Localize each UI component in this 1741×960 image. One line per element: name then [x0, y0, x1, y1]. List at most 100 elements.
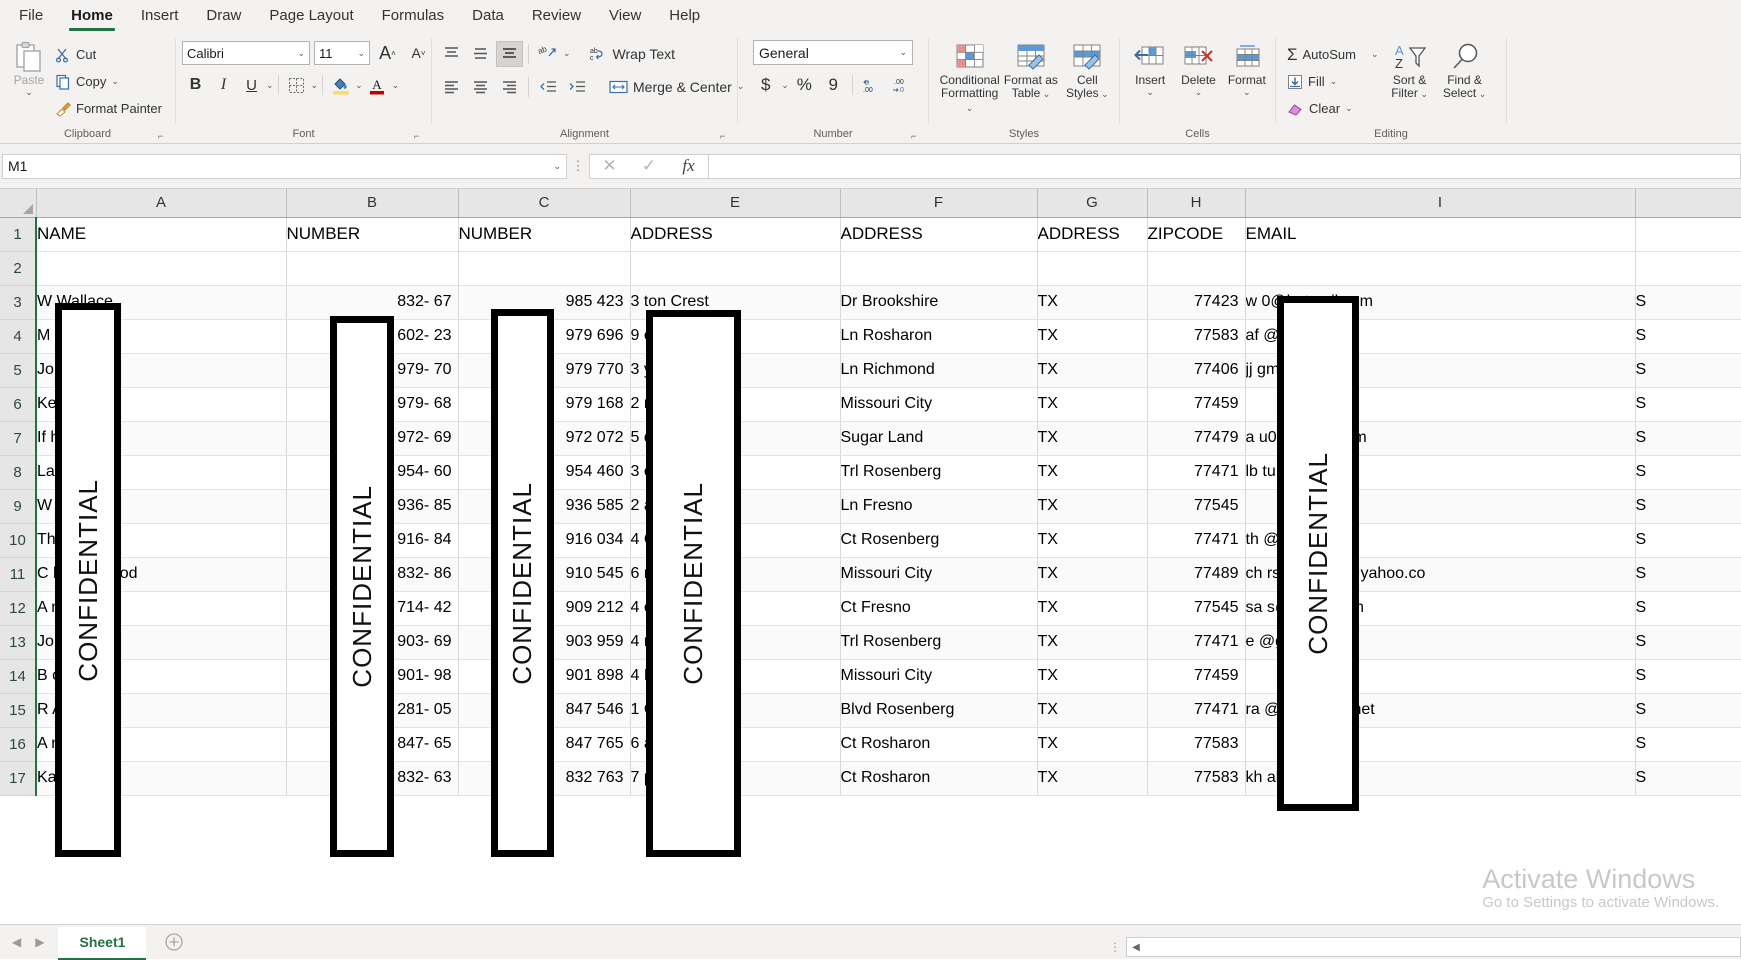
wrap-text-button[interactable]: ab c Wrap Text [587, 40, 679, 67]
cell-a16[interactable]: A ngram [36, 727, 287, 762]
cell-f6[interactable]: Missouri City [840, 387, 1038, 422]
cell-b15[interactable]: 281- 05 [286, 693, 459, 728]
cell-e10[interactable]: 4 Ct [630, 523, 841, 558]
cell-c3[interactable]: 985 423 [458, 285, 631, 320]
cell-e4[interactable]: 9 otus [630, 319, 841, 354]
cell-g14[interactable]: TX [1037, 659, 1148, 694]
cell-e5[interactable]: 3 y Ln [630, 353, 841, 388]
cell-i4[interactable]: af @gmail.com [1245, 319, 1636, 354]
cell-overflow15[interactable]: S [1635, 693, 1741, 728]
number-format-chevron-down-icon[interactable]: ⌄ [899, 47, 907, 58]
cell-a17[interactable]: Ka ung [36, 761, 287, 796]
name-box[interactable]: M1 ⌄ [2, 153, 567, 179]
cell-overflow4[interactable]: S [1635, 319, 1741, 354]
formula-bar-grip[interactable]: ⋮ [567, 158, 589, 174]
tab-home[interactable]: Home [58, 3, 126, 31]
row-header[interactable]: 6 [0, 387, 37, 422]
cell-i10[interactable]: th @yahoo.com [1245, 523, 1636, 558]
cell-a4[interactable]: M ahiliani [36, 319, 287, 354]
cell-f5[interactable]: Ln Richmond [840, 353, 1038, 388]
format-painter-button[interactable]: Format Painter [52, 95, 165, 122]
cell-overflow5[interactable]: S [1635, 353, 1741, 388]
cell-c13[interactable]: 903 959 [458, 625, 631, 660]
tab-insert[interactable]: Insert [128, 3, 192, 30]
cell-h7[interactable]: 77479 [1147, 421, 1246, 456]
cell-styles-button[interactable]: Cell Styles ⌄ [1062, 38, 1113, 101]
cell-h4[interactable]: 77583 [1147, 319, 1246, 354]
font-color-button[interactable]: A [364, 72, 391, 98]
tab-view[interactable]: View [596, 3, 654, 30]
cell-b8[interactable]: 954- 60 [286, 455, 459, 490]
cell-b9[interactable]: 936- 85 [286, 489, 459, 524]
scrollbar-grip[interactable]: ⋮ [1104, 940, 1126, 954]
cell-c10[interactable]: 916 034 [458, 523, 631, 558]
cell-styles-chevron-down-icon[interactable]: ⌄ [1099, 89, 1109, 99]
cell-overflow17[interactable]: S [1635, 761, 1741, 796]
merge-center-button[interactable]: Merge & Center ⌄ [606, 73, 747, 100]
cell-a2[interactable] [36, 251, 287, 286]
cell-f3[interactable]: Dr Brookshire [840, 285, 1038, 320]
cell-c11[interactable]: 910 545 [458, 557, 631, 592]
cell-overflow6[interactable]: S [1635, 387, 1741, 422]
cell-b7[interactable]: 972- 69 [286, 421, 459, 456]
font-name-chevron-down-icon[interactable]: ⌄ [297, 48, 305, 59]
cell-f15[interactable]: Blvd Rosenberg [840, 693, 1038, 728]
cell-c14[interactable]: 901 898 [458, 659, 631, 694]
cell-b1[interactable]: NUMBER [286, 217, 459, 252]
cell-b14[interactable]: 901- 98 [286, 659, 459, 694]
insert-cells-button[interactable]: Insert ⌄ [1128, 38, 1172, 98]
sort-filter-button[interactable]: A Z Sort & Filter ⌄ [1384, 38, 1436, 101]
scrollbar-track[interactable]: ◀ [1126, 937, 1741, 957]
cell-h15[interactable]: 77471 [1147, 693, 1246, 728]
borders-chevron-down-icon[interactable]: ⌄ [311, 80, 319, 91]
alignment-dialog-launcher-icon[interactable]: ⌐ [720, 131, 731, 142]
cancel-entry-button[interactable]: ✕ [589, 153, 629, 179]
cell-a15[interactable]: R Albarran [36, 693, 287, 728]
cell-overflow12[interactable]: S [1635, 591, 1741, 626]
row-header[interactable]: 11 [0, 557, 37, 592]
row-header[interactable]: 9 [0, 489, 37, 524]
cell-f16[interactable]: Ct Rosharon [840, 727, 1038, 762]
row-header[interactable]: 17 [0, 761, 37, 796]
cell-g4[interactable]: TX [1037, 319, 1148, 354]
cell-overflow8[interactable]: S [1635, 455, 1741, 490]
format-as-table-chevron-down-icon[interactable]: ⌄ [1040, 89, 1051, 99]
cell-c12[interactable]: 909 212 [458, 591, 631, 626]
orientation-chevron-down-icon[interactable]: ⌄ [563, 48, 571, 59]
cell-g8[interactable]: TX [1037, 455, 1148, 490]
cell-e16[interactable]: 6 ale Ct [630, 727, 841, 762]
cell-b10[interactable]: 916- 84 [286, 523, 459, 558]
tab-page-layout[interactable]: Page Layout [256, 3, 366, 30]
comma-style-button[interactable]: 9 [820, 72, 847, 98]
borders-button[interactable] [283, 72, 310, 98]
cell-g6[interactable]: TX [1037, 387, 1148, 422]
cell-h3[interactable]: 77423 [1147, 285, 1246, 320]
fill-color-chevron-down-icon[interactable]: ⌄ [355, 80, 363, 91]
column-header-b[interactable]: B [286, 189, 459, 218]
tab-file[interactable]: File [6, 3, 56, 30]
tab-data[interactable]: Data [459, 3, 517, 30]
cell-i5[interactable]: jj gmail.com [1245, 353, 1636, 388]
cell-g1[interactable]: ADDRESS [1037, 217, 1148, 252]
cell-e2[interactable] [630, 251, 841, 286]
format-cells-button[interactable]: Format ⌄ [1225, 38, 1269, 98]
cell-overflow11[interactable]: S [1635, 557, 1741, 592]
clear-button[interactable]: Clear ⌄ [1284, 95, 1382, 122]
cell-e1[interactable]: ADDRESS [630, 217, 841, 252]
delete-cells-button[interactable]: Delete ⌄ [1176, 38, 1220, 98]
cell-a5[interactable]: Jo urditt [36, 353, 287, 388]
cell-h9[interactable]: 77545 [1147, 489, 1246, 524]
cell-a6[interactable]: Ke Allen [36, 387, 287, 422]
cell-c17[interactable]: 832 763 [458, 761, 631, 796]
cell-g11[interactable]: TX [1037, 557, 1148, 592]
cell-e8[interactable]: 3 ood Trl [630, 455, 841, 490]
cell-h1[interactable]: ZIPCODE [1147, 217, 1246, 252]
number-dialog-launcher-icon[interactable]: ⌐ [911, 131, 922, 142]
cell-f17[interactable]: Ct Rosharon [840, 761, 1038, 796]
cell-f7[interactable]: Sugar Land [840, 421, 1038, 456]
cell-i17[interactable]: kh ahoo.com [1245, 761, 1636, 796]
italic-button[interactable]: I [210, 72, 237, 98]
row-header[interactable]: 13 [0, 625, 37, 660]
column-header-h[interactable]: H [1147, 189, 1246, 218]
cell-overflow9[interactable]: S [1635, 489, 1741, 524]
